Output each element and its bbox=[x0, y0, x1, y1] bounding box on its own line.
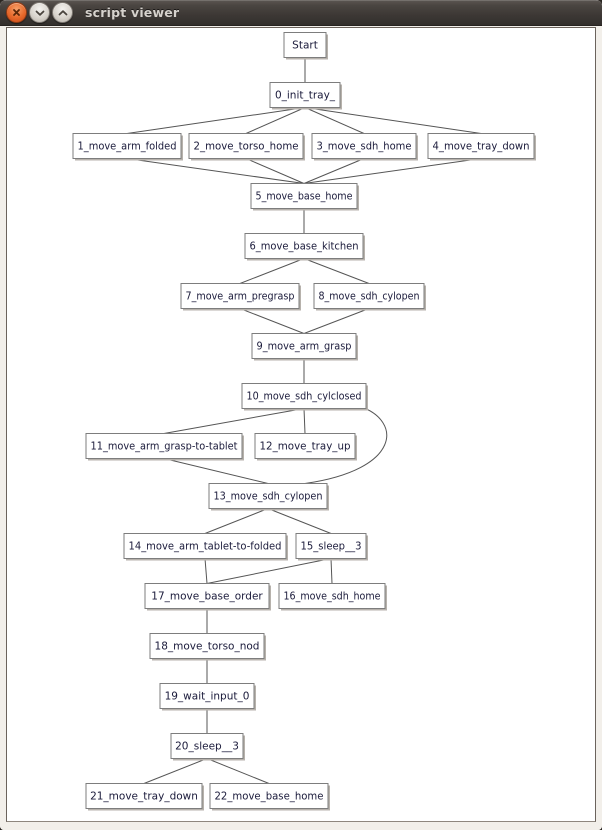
node-label: 15_sleep__3 bbox=[301, 541, 362, 553]
window-frame: Start 0_init_tray_ 1_move_arm_folded 2_move… bbox=[0, 26, 602, 830]
graph-node[interactable]: 2_move_torso_home bbox=[188, 133, 305, 161]
graph-edge bbox=[304, 107, 482, 134]
graph-node[interactable]: 8_move_sdh_cylopen bbox=[313, 283, 426, 311]
node-label: 2_move_torso_home bbox=[194, 141, 299, 153]
chevron-down-icon bbox=[35, 10, 44, 16]
graph-node[interactable]: 11_move_arm_grasp-to-tablet bbox=[85, 433, 244, 461]
graph-node[interactable]: 13_move_sdh_cylopen bbox=[208, 483, 329, 511]
node-label: 1_move_arm_folded bbox=[78, 141, 177, 153]
node-label: 10_move_sdh_cylclosed bbox=[247, 391, 362, 403]
close-button[interactable] bbox=[6, 2, 27, 23]
graph-edge bbox=[204, 558, 208, 584]
graph-node[interactable]: 22_move_base_home bbox=[209, 783, 330, 811]
node-label: 16_move_sdh_home bbox=[284, 591, 381, 603]
node-label: 17_move_base_order bbox=[151, 591, 263, 603]
node-label: 22_move_base_home bbox=[215, 791, 324, 803]
window-title: script viewer bbox=[85, 5, 180, 20]
graph-node[interactable]: 16_move_sdh_home bbox=[278, 583, 387, 611]
graph-node[interactable]: 20_sleep__3 bbox=[170, 733, 245, 761]
graph-edge bbox=[126, 107, 306, 134]
chevron-up-icon bbox=[58, 9, 67, 15]
edge-layer bbox=[126, 57, 482, 784]
graph-edge bbox=[126, 158, 305, 184]
graph-edge bbox=[239, 308, 305, 334]
graph-edge bbox=[303, 408, 306, 434]
graph-node[interactable]: 1_move_arm_folded bbox=[72, 133, 183, 161]
node-label: 3_move_sdh_home bbox=[317, 141, 412, 153]
graph-node[interactable]: 17_move_base_order bbox=[144, 583, 271, 611]
graph-node[interactable]: 18_move_torso_nod bbox=[149, 633, 266, 661]
script-flowchart: Start 0_init_tray_ 1_move_arm_folded 2_move… bbox=[72, 32, 536, 811]
graph-edge bbox=[163, 458, 269, 484]
graph-node[interactable]: 19_wait_input_0 bbox=[159, 683, 256, 711]
graph-edge bbox=[204, 508, 269, 534]
node-label: 20_sleep__3 bbox=[175, 741, 239, 753]
script-viewer-window: script viewer Start 0_init_tray_ 1_move_ar… bbox=[0, 0, 602, 830]
graph-edge bbox=[303, 308, 370, 334]
graph-edge bbox=[303, 258, 370, 284]
graph-node[interactable]: 12_move_tray_up bbox=[254, 433, 357, 461]
node-label: 14_move_arm_tablet-to-folded bbox=[129, 541, 282, 553]
graph-node[interactable]: 10_move_sdh_cylclosed bbox=[241, 383, 368, 411]
node-label: 7_move_arm_pregrasp bbox=[186, 291, 295, 303]
window-titlebar[interactable]: script viewer bbox=[0, 0, 602, 26]
node-label: 19_wait_input_0 bbox=[165, 691, 250, 703]
graph-edge bbox=[206, 758, 270, 784]
graph-node[interactable]: 3_move_sdh_home bbox=[311, 133, 418, 161]
node-label: 8_move_sdh_cylopen bbox=[319, 291, 420, 303]
node-label: 18_move_torso_nod bbox=[155, 641, 260, 653]
minimize-button[interactable] bbox=[29, 2, 50, 23]
node-label: 0_init_tray_ bbox=[275, 90, 336, 102]
node-label: 11_move_arm_grasp-to-tablet bbox=[91, 441, 238, 453]
node-label: 6_move_base_kitchen bbox=[250, 241, 359, 253]
graph-edge bbox=[267, 508, 332, 534]
window-controls bbox=[6, 2, 73, 23]
graph-node[interactable]: 0_init_tray_ bbox=[269, 82, 342, 110]
graph-node[interactable]: 9_move_arm_grasp bbox=[251, 333, 358, 361]
node-label: 21_move_tray_down bbox=[90, 791, 198, 803]
graph-node[interactable]: 4_move_tray_down bbox=[427, 133, 536, 161]
node-label: 12_move_tray_up bbox=[260, 441, 351, 453]
graph-edge bbox=[143, 758, 208, 784]
node-label: 5_move_base_home bbox=[256, 191, 353, 203]
graph-node[interactable]: 21_move_tray_down bbox=[85, 783, 204, 811]
graph-edge bbox=[163, 408, 305, 434]
graph-edge bbox=[303, 158, 482, 184]
graph-edge bbox=[206, 558, 332, 584]
graph-node[interactable]: 6_move_base_kitchen bbox=[244, 233, 365, 261]
graph-edge bbox=[239, 258, 305, 284]
graph-edge bbox=[330, 558, 333, 584]
graph-canvas[interactable]: Start 0_init_tray_ 1_move_arm_folded 2_move… bbox=[6, 27, 596, 822]
node-label: 9_move_arm_grasp bbox=[257, 341, 352, 353]
graph-node[interactable]: Start bbox=[283, 32, 328, 60]
maximize-button[interactable] bbox=[52, 2, 73, 23]
node-label: Start bbox=[292, 40, 318, 52]
graph-node[interactable]: 14_move_arm_tablet-to-folded bbox=[123, 533, 288, 561]
graph-node[interactable]: 5_move_base_home bbox=[250, 183, 359, 211]
close-icon bbox=[13, 9, 20, 16]
node-label: 13_move_sdh_cylopen bbox=[214, 491, 323, 503]
node-label: 4_move_tray_down bbox=[433, 141, 530, 153]
graph-node[interactable]: 7_move_arm_pregrasp bbox=[180, 283, 301, 311]
graph-node[interactable]: 15_sleep__3 bbox=[295, 533, 368, 561]
